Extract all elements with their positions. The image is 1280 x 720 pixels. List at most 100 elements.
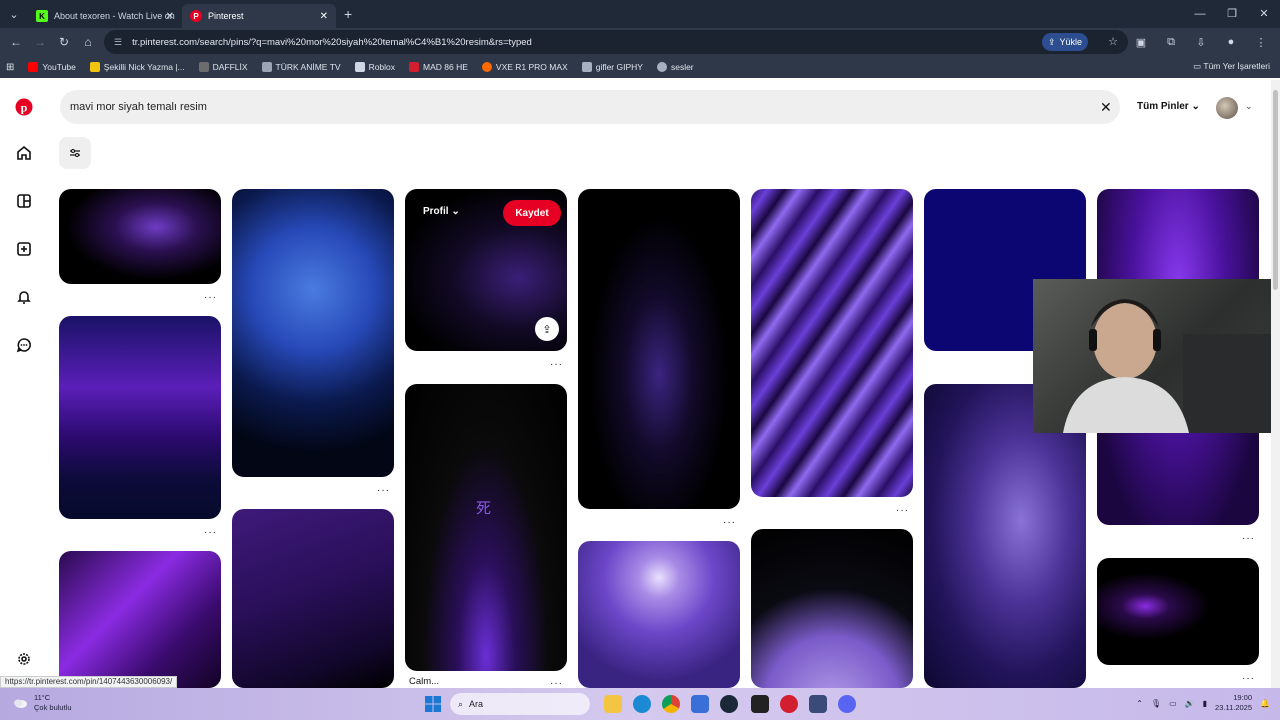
- pin-image[interactable]: [578, 189, 740, 509]
- app-red-icon[interactable]: [780, 695, 798, 713]
- new-tab-icon[interactable]: +: [344, 6, 352, 22]
- more-options-icon[interactable]: ···: [1242, 533, 1255, 544]
- more-options-icon[interactable]: ···: [723, 517, 736, 528]
- home-icon[interactable]: ⌂: [76, 35, 100, 49]
- pin-image[interactable]: [59, 316, 221, 519]
- sliders-icon: [70, 149, 80, 157]
- menu-icon[interactable]: ⋮: [1246, 36, 1276, 49]
- mad86-icon: [409, 62, 420, 72]
- app-gear-icon[interactable]: [809, 695, 827, 713]
- tab-pinterest[interactable]: P Pinterest ✕: [182, 4, 336, 28]
- messages-icon[interactable]: [14, 337, 34, 357]
- youtube-icon: [28, 62, 39, 72]
- folder-icon: ▭: [1193, 61, 1204, 71]
- back-icon[interactable]: ←: [4, 35, 28, 49]
- bookmark-label: MAD 86 HE: [423, 62, 468, 72]
- all-pins-label: Tüm Pinler: [1137, 101, 1189, 112]
- more-options-icon[interactable]: ···: [204, 292, 217, 303]
- more-options-icon[interactable]: ···: [204, 527, 217, 538]
- bookmark-star-icon[interactable]: ☆: [1108, 35, 1118, 48]
- tab-search-icon[interactable]: ⌄: [0, 0, 28, 28]
- battery-icon[interactable]: ▮: [1203, 699, 1207, 708]
- notifications-icon[interactable]: [14, 289, 34, 309]
- chevron-down-icon[interactable]: ⌄: [1245, 101, 1253, 112]
- profile-dropdown[interactable]: Profil ⌄: [423, 206, 460, 217]
- address-bar[interactable]: ☰ tr.pinterest.com/search/pins/?q=mavi%2…: [104, 30, 1128, 54]
- volume-icon[interactable]: 🔊: [1185, 699, 1195, 708]
- all-pins-dropdown[interactable]: Tüm Pinler ⌄: [1137, 101, 1200, 112]
- taskbar-search-input[interactable]: ⌕ Ara: [450, 693, 590, 715]
- close-icon[interactable]: ✕: [320, 11, 328, 22]
- chrome-icon[interactable]: [662, 695, 680, 713]
- network-icon[interactable]: ▭: [1169, 699, 1177, 708]
- close-icon[interactable]: ✕: [166, 11, 174, 22]
- avatar[interactable]: [1216, 97, 1238, 119]
- pin-image[interactable]: [232, 189, 394, 477]
- globe-icon: [656, 62, 667, 72]
- more-options-icon[interactable]: ···: [1242, 673, 1255, 684]
- reload-icon[interactable]: ↻: [52, 35, 76, 49]
- site-info-icon[interactable]: ☰: [114, 37, 122, 48]
- pinterest-sidebar: p: [0, 80, 48, 688]
- more-options-icon[interactable]: ···: [550, 359, 563, 370]
- nick-icon: [89, 62, 100, 72]
- pinterest-logo-icon[interactable]: p: [14, 98, 34, 118]
- bookmark-dafflix[interactable]: DAFFLİX: [198, 62, 248, 72]
- profile-icon[interactable]: ●: [1216, 36, 1246, 48]
- puzzle-icon[interactable]: ⧉: [1156, 36, 1186, 49]
- all-bookmarks[interactable]: ▭ Tüm Yer İşaretleri: [1193, 61, 1270, 72]
- save-button[interactable]: Kaydet: [503, 200, 561, 226]
- store-icon[interactable]: [691, 695, 709, 713]
- pin-image[interactable]: [59, 189, 221, 284]
- pin-image[interactable]: [751, 189, 913, 497]
- filter-button[interactable]: [59, 137, 91, 169]
- tab-kick[interactable]: K About texoren - Watch Live on ✕: [28, 4, 182, 28]
- pin-image[interactable]: [1097, 558, 1259, 665]
- clear-search-icon[interactable]: ✕: [1100, 99, 1112, 116]
- share-icon[interactable]: ⇪: [535, 317, 559, 341]
- scrollbar-thumb[interactable]: [1273, 90, 1278, 290]
- bookmark-mad86[interactable]: MAD 86 HE: [409, 62, 468, 72]
- downloads-icon[interactable]: ⇩: [1186, 36, 1216, 49]
- window-close-icon[interactable]: ✕: [1248, 0, 1280, 28]
- bookmark-giphy[interactable]: gifler GIPHY: [581, 62, 643, 72]
- bookmark-nick[interactable]: Şekilli Nick Yazma |...: [89, 62, 185, 72]
- pin-image[interactable]: [59, 551, 221, 688]
- file-explorer-icon[interactable]: [604, 695, 622, 713]
- bookmark-turk-anime[interactable]: TÜRK ANİME TV: [261, 62, 341, 72]
- create-icon[interactable]: [14, 241, 34, 261]
- windows-start-icon[interactable]: [425, 696, 441, 712]
- microphone-icon[interactable]: 🎙: [1151, 699, 1161, 708]
- upload-button[interactable]: ⇪ Yükle: [1041, 33, 1088, 51]
- pin-image[interactable]: [751, 529, 913, 688]
- clock[interactable]: 19:00 23.11.2025: [1215, 693, 1252, 713]
- chevron-up-icon[interactable]: ⌃: [1136, 699, 1143, 708]
- bookmark-youtube[interactable]: YouTube: [28, 62, 76, 72]
- steam-icon[interactable]: [720, 695, 738, 713]
- pin-image[interactable]: [578, 541, 740, 688]
- more-options-icon[interactable]: ···: [896, 505, 909, 516]
- settings-icon[interactable]: [14, 651, 34, 671]
- forward-icon[interactable]: →: [28, 35, 52, 49]
- discord-icon[interactable]: [838, 695, 856, 713]
- page-scrollbar[interactable]: [1271, 80, 1280, 688]
- bookmark-roblox[interactable]: Roblox: [354, 62, 395, 72]
- minimize-icon[interactable]: —: [1184, 0, 1216, 28]
- bookmark-vxe[interactable]: VXE R1 PRO MAX: [481, 62, 568, 72]
- pin-image[interactable]: [405, 384, 567, 671]
- weather-widget[interactable]: 11°C Çok bulutlu: [12, 693, 72, 713]
- notification-bell-icon[interactable]: 🔔: [1260, 699, 1270, 708]
- dafflix-icon: [198, 62, 209, 72]
- pin-image[interactable]: [232, 509, 394, 688]
- home-icon[interactable]: [14, 145, 34, 165]
- more-options-icon[interactable]: ···: [377, 485, 390, 496]
- edge-icon[interactable]: [633, 695, 651, 713]
- svg-text:p: p: [21, 101, 28, 115]
- restore-icon[interactable]: ❐: [1216, 0, 1248, 28]
- apps-icon[interactable]: ⊞: [6, 62, 14, 73]
- epic-games-icon[interactable]: [751, 695, 769, 713]
- search-input[interactable]: mavi mor siyah temalı resim: [60, 90, 1120, 124]
- bookmark-sesler[interactable]: sesler: [656, 62, 694, 72]
- extension-icon[interactable]: ▣: [1126, 36, 1156, 49]
- explore-icon[interactable]: [14, 193, 34, 213]
